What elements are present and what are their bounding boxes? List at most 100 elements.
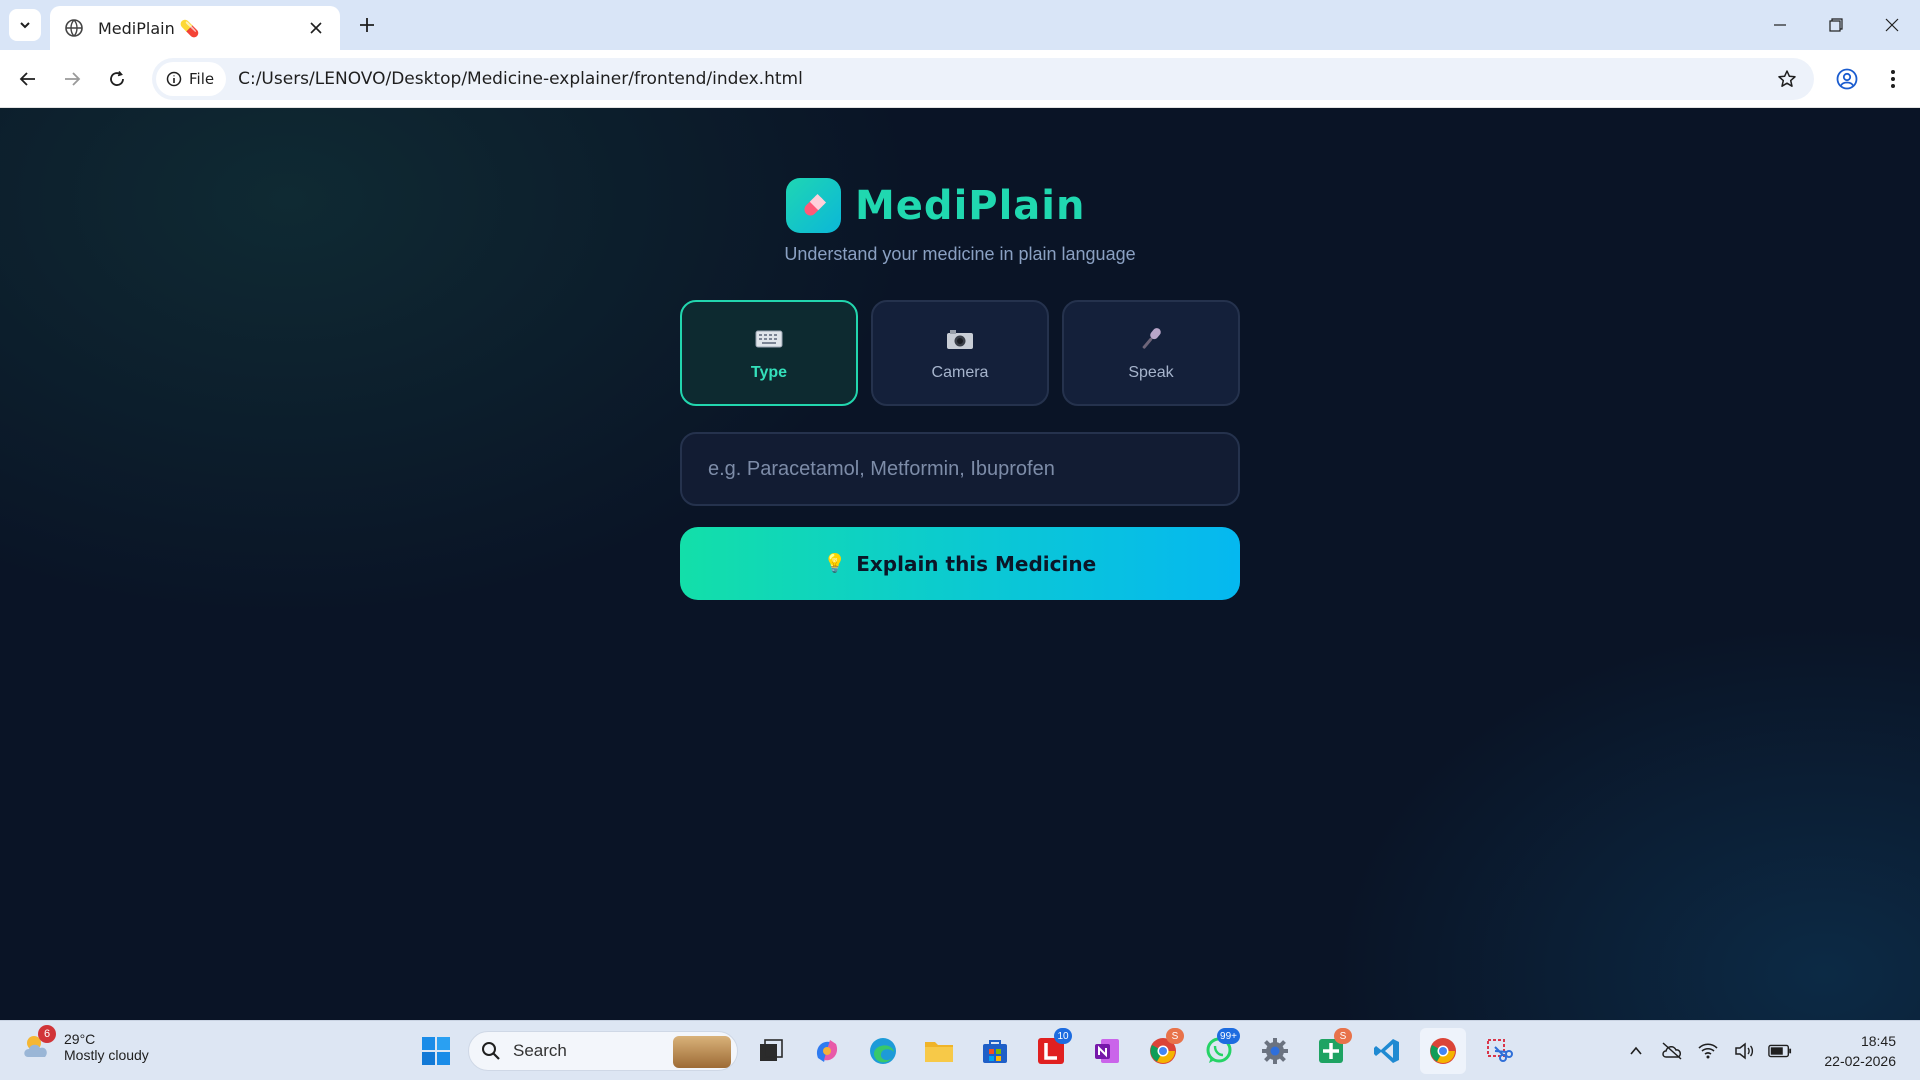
- chrome-profile-app[interactable]: S: [1140, 1028, 1186, 1074]
- mode-camera-label: Camera: [931, 364, 989, 381]
- browser-tab[interactable]: MediPlain 💊: [50, 6, 340, 50]
- tab-title: MediPlain 💊: [98, 18, 200, 38]
- lightbulb-icon: 💡: [823, 553, 847, 573]
- keyboard-icon: [754, 324, 784, 354]
- site-info-chip[interactable]: File: [156, 62, 227, 96]
- restore-button[interactable]: [1808, 0, 1864, 50]
- explain-button-label: Explain this Medicine: [856, 551, 1097, 576]
- weather-condition: Mostly cloudy: [64, 1047, 149, 1063]
- chrome-icon: [1430, 1038, 1456, 1064]
- mode-type-label: Type: [750, 364, 788, 381]
- sheets-app[interactable]: S: [1308, 1028, 1354, 1074]
- close-window-button[interactable]: [1864, 0, 1920, 50]
- task-view-icon: [760, 1039, 783, 1061]
- logo: [786, 178, 841, 233]
- arrow-right-icon: [65, 72, 81, 86]
- weather-badge: 6: [38, 1025, 56, 1043]
- brand-name: MediPlain: [855, 182, 1086, 229]
- store-app[interactable]: [972, 1028, 1018, 1074]
- clock[interactable]: 18:45 22-02-2026: [1824, 1031, 1896, 1071]
- star-icon: [1778, 70, 1796, 87]
- mode-camera-button[interactable]: Camera: [871, 300, 1049, 406]
- bookmark-button[interactable]: [1770, 62, 1804, 96]
- task-view-button[interactable]: [748, 1028, 794, 1074]
- edge-app[interactable]: [860, 1028, 906, 1074]
- file-explorer-app[interactable]: [916, 1028, 962, 1074]
- copilot-app[interactable]: [804, 1028, 850, 1074]
- browser-tab-bar: MediPlain 💊: [0, 0, 1920, 50]
- battery-icon: [1768, 1044, 1792, 1058]
- arrow-left-icon: [19, 72, 35, 86]
- forward-button[interactable]: [56, 63, 88, 95]
- globe-icon: [65, 19, 83, 37]
- browser-menu-button[interactable]: [1876, 62, 1910, 96]
- whatsapp-app[interactable]: 99+: [1196, 1028, 1242, 1074]
- lens-badge: 10: [1054, 1028, 1072, 1044]
- chrome-profile-badge: S: [1166, 1028, 1184, 1044]
- onenote-icon: [1095, 1039, 1119, 1063]
- chevron-up-icon: [1630, 1046, 1642, 1055]
- wifi-status-button[interactable]: [1696, 1039, 1720, 1063]
- url-text[interactable]: C:/Users/LENOVO/Desktop/Medicine-explain…: [238, 69, 1770, 89]
- edge-browser-icon: [870, 1038, 896, 1064]
- tagline: Understand your medicine in plain langua…: [784, 244, 1136, 264]
- snipping-tool-app[interactable]: [1476, 1028, 1522, 1074]
- sheets-profile-badge: S: [1334, 1028, 1352, 1044]
- taskbar-search[interactable]: Search: [468, 1031, 738, 1071]
- vscode-app[interactable]: [1364, 1028, 1410, 1074]
- copilot-icon: [816, 1040, 838, 1062]
- whatsapp-badge: 99+: [1217, 1028, 1240, 1044]
- reload-button[interactable]: [101, 63, 133, 95]
- page-viewport: MediPlain Understand your medicine in pl…: [0, 108, 1920, 1020]
- new-tab-button[interactable]: [352, 10, 382, 40]
- window-controls: [1752, 0, 1920, 50]
- show-hidden-icons-button[interactable]: [1624, 1039, 1648, 1063]
- back-button[interactable]: [12, 63, 44, 95]
- weather-temperature: 29°C: [64, 1031, 96, 1047]
- chrome-app[interactable]: [1420, 1028, 1466, 1074]
- pill-icon: [803, 193, 826, 216]
- clock-date: 22-02-2026: [1824, 1053, 1896, 1069]
- cloud-off-icon: [1662, 1042, 1682, 1060]
- restore-icon: [1829, 18, 1843, 32]
- onedrive-status-button[interactable]: [1660, 1039, 1684, 1063]
- tab-search-button[interactable]: [9, 9, 41, 41]
- onenote-app[interactable]: [1084, 1028, 1130, 1074]
- gear-icon: [1262, 1038, 1288, 1064]
- start-button[interactable]: [414, 1029, 458, 1073]
- account-icon: [1836, 68, 1858, 90]
- minimize-button[interactable]: [1752, 0, 1808, 50]
- mode-speak-button[interactable]: Speak: [1062, 300, 1240, 406]
- wifi-icon: [1698, 1043, 1718, 1059]
- search-icon: [482, 1042, 500, 1060]
- system-tray: [1624, 1033, 1792, 1069]
- input-mode-selector: Type Camera Speak: [680, 300, 1240, 406]
- scissors-icon: [1487, 1039, 1513, 1062]
- settings-app[interactable]: [1252, 1028, 1298, 1074]
- cloudy-weather-icon: 6: [20, 1025, 56, 1065]
- speaker-icon: [1735, 1042, 1754, 1060]
- profile-button[interactable]: [1830, 62, 1864, 96]
- site-chip-label: File: [189, 70, 215, 88]
- volume-button[interactable]: [1732, 1039, 1756, 1063]
- taskbar-apps: Search 10 S 99+ S: [414, 1028, 1522, 1074]
- address-bar[interactable]: File C:/Users/LENOVO/Desktop/Medicine-ex…: [152, 58, 1814, 100]
- more-vert-icon: [1891, 70, 1895, 88]
- camera-icon: [945, 324, 975, 354]
- mode-speak-label: Speak: [1128, 364, 1174, 381]
- chevron-down-icon: [20, 22, 30, 29]
- microphone-icon: [1136, 324, 1166, 354]
- close-tab-icon[interactable]: [306, 18, 326, 38]
- close-icon: [1885, 18, 1899, 32]
- folder-icon: [925, 1042, 953, 1062]
- minimize-icon: [1774, 24, 1786, 26]
- lens-app[interactable]: 10: [1028, 1028, 1074, 1074]
- medicine-input[interactable]: [680, 432, 1240, 506]
- taskbar-search-label: Search: [513, 1041, 567, 1060]
- search-highlight-image: [673, 1036, 731, 1068]
- taskbar: 6 29°C Mostly cloudy Search 10 S 99+ S 1…: [0, 1020, 1920, 1080]
- explain-button[interactable]: 💡 Explain this Medicine: [680, 527, 1240, 600]
- mode-type-button[interactable]: Type: [680, 300, 858, 406]
- battery-button[interactable]: [1768, 1039, 1792, 1063]
- weather-widget[interactable]: 6 29°C Mostly cloudy: [20, 1025, 149, 1065]
